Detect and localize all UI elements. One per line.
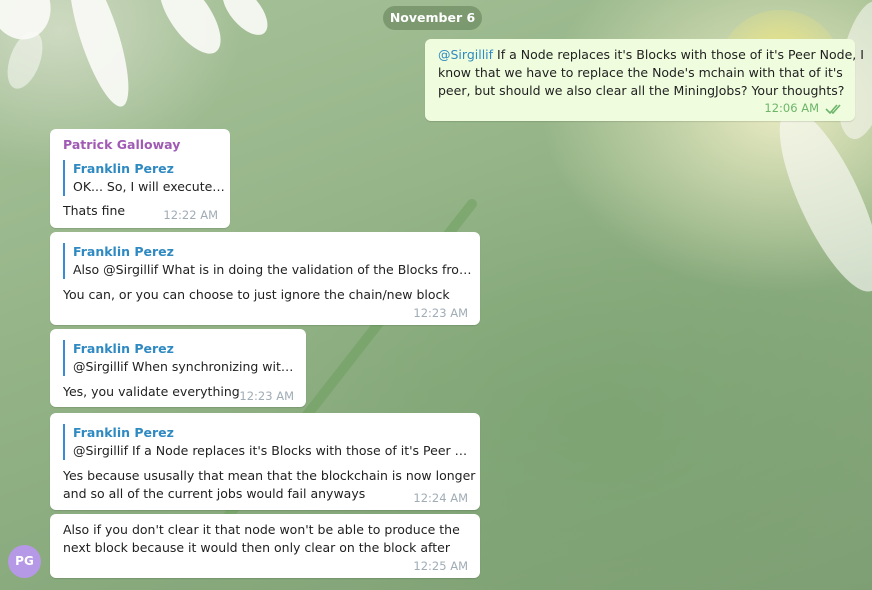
incoming-message[interactable]: Also if you don't clear it that node won… xyxy=(50,514,480,578)
reply-text: @Sirgillif If a Node replaces it's Block… xyxy=(73,443,473,458)
sender-name[interactable]: Patrick Galloway xyxy=(63,137,180,152)
message-time: 12:06 AM xyxy=(764,101,819,115)
reply-quote[interactable]: Franklin Perez @Sirgillif If a Node repl… xyxy=(63,424,473,460)
reply-author: Franklin Perez xyxy=(73,161,174,176)
reply-author: Franklin Perez xyxy=(73,425,174,440)
message-time: 12:22 AM xyxy=(163,208,218,222)
message-text: Also if you don't clear it that node won… xyxy=(63,522,460,555)
reply-author: Franklin Perez xyxy=(73,341,174,356)
message-time: 12:25 AM xyxy=(413,559,468,573)
reply-quote[interactable]: Franklin Perez OK... So, I will execute … xyxy=(63,160,225,196)
incoming-message[interactable]: Franklin Perez Also @Sirgillif What is i… xyxy=(50,232,480,325)
reply-quote[interactable]: Franklin Perez Also @Sirgillif What is i… xyxy=(63,243,473,279)
avatar[interactable]: PG xyxy=(8,545,41,578)
message-text: Yes, you validate everything xyxy=(63,384,240,399)
reply-author: Franklin Perez xyxy=(73,244,174,259)
double-check-icon xyxy=(825,104,841,115)
mention-link[interactable]: @Sirgillif xyxy=(438,47,493,62)
date-separator: November 6 xyxy=(383,6,482,30)
incoming-message[interactable]: Franklin Perez @Sirgillif If a Node repl… xyxy=(50,413,480,510)
message-text: Thats fine xyxy=(63,203,126,218)
reply-text: OK... So, I will execute i... xyxy=(73,179,225,194)
message-time: 12:24 AM xyxy=(413,491,468,505)
reply-quote[interactable]: Franklin Perez @Sirgillif When synchroni… xyxy=(63,340,297,376)
message-time: 12:23 AM xyxy=(413,306,468,320)
incoming-message[interactable]: Franklin Perez @Sirgillif When synchroni… xyxy=(50,329,306,407)
message-text: @Sirgillif If a Node replaces it's Block… xyxy=(438,47,864,98)
reply-text: @Sirgillif When synchronizing with t... xyxy=(73,359,297,374)
outgoing-message[interactable]: @Sirgillif If a Node replaces it's Block… xyxy=(425,39,864,121)
incoming-message[interactable]: Patrick Galloway Franklin Perez OK... So… xyxy=(50,129,230,228)
message-time: 12:23 AM xyxy=(239,389,294,403)
message-text: You can, or you can choose to just ignor… xyxy=(63,287,450,302)
reply-text: Also @Sirgillif What is in doing the val… xyxy=(73,262,473,277)
